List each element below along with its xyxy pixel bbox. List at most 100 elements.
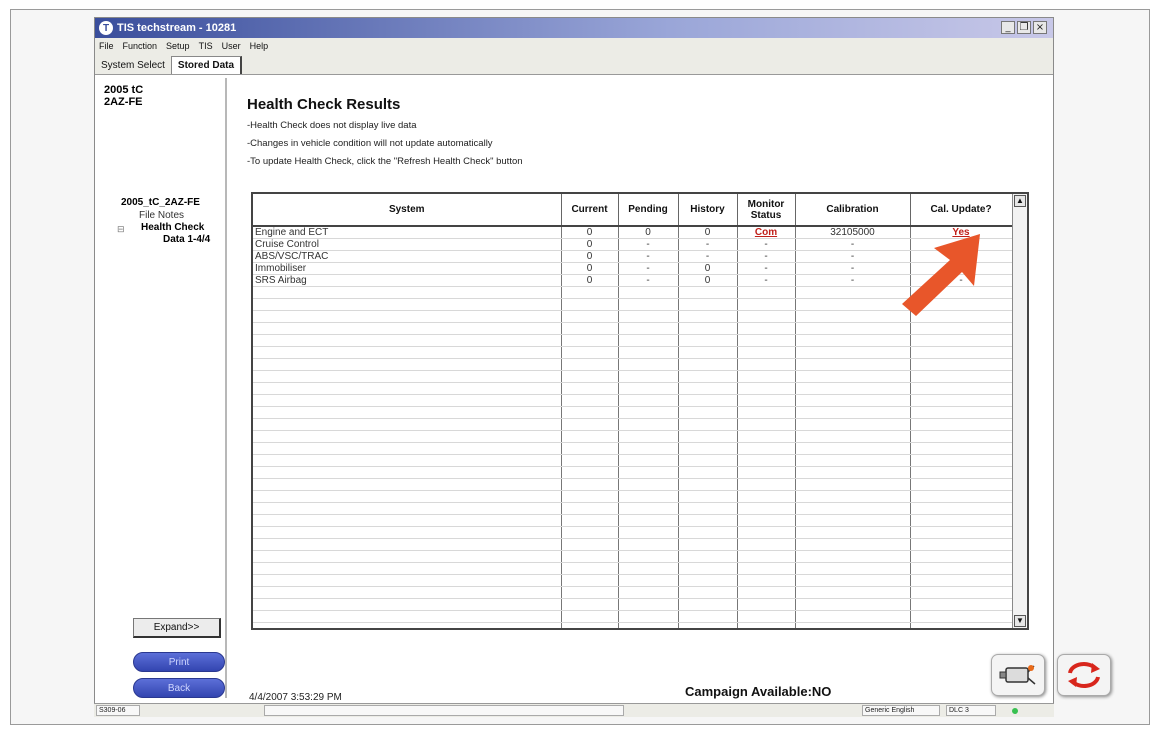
ecu-connector-icon: [999, 665, 1036, 685]
empty-cell: [618, 514, 679, 527]
tree-collapse-icon[interactable]: ⊟: [117, 224, 125, 235]
empty-row: [253, 466, 1013, 479]
empty-cell: [618, 418, 679, 431]
empty-row: [253, 490, 1013, 503]
calibration-cell: 32105000: [795, 226, 911, 239]
column-header-system[interactable]: System: [253, 194, 562, 227]
empty-cell: [253, 334, 562, 347]
empty-cell: [737, 442, 796, 455]
empty-cell: [561, 454, 619, 467]
minimize-button[interactable]: _: [1001, 21, 1015, 34]
menu-setup[interactable]: Setup: [166, 41, 190, 51]
column-header-pending[interactable]: Pending: [618, 194, 679, 227]
empty-row: [253, 418, 1013, 431]
empty-cell: [795, 370, 911, 383]
empty-cell: [253, 370, 562, 383]
empty-cell: [795, 574, 911, 587]
empty-cell: [737, 586, 796, 599]
back-button[interactable]: Back: [133, 678, 225, 698]
empty-row: [253, 538, 1013, 551]
empty-row: [253, 574, 1013, 587]
empty-cell: [253, 550, 562, 563]
empty-cell: [561, 550, 619, 563]
column-header-monitor-status[interactable]: Monitor Status: [737, 194, 796, 227]
print-button[interactable]: Print: [133, 652, 225, 672]
empty-cell: [910, 418, 1013, 431]
empty-cell: [910, 490, 1013, 503]
empty-cell: [795, 430, 911, 443]
menu-bar: File Function Setup TIS User Help: [95, 38, 1053, 54]
refresh-health-check-button[interactable]: [1057, 654, 1111, 696]
empty-cell: [795, 598, 911, 611]
restore-button[interactable]: ❐: [1017, 21, 1031, 34]
empty-cell: [910, 382, 1013, 395]
empty-cell: [561, 346, 619, 359]
empty-cell: [910, 454, 1013, 467]
empty-cell: [618, 310, 679, 323]
empty-cell: [737, 418, 796, 431]
menu-tis[interactable]: TIS: [199, 41, 213, 51]
empty-cell: [737, 622, 796, 628]
empty-row: [253, 334, 1013, 347]
empty-cell: [561, 442, 619, 455]
tab-stored-data[interactable]: Stored Data: [170, 56, 243, 74]
empty-cell: [737, 550, 796, 563]
empty-cell: [737, 610, 796, 623]
empty-cell: [618, 562, 679, 575]
empty-cell: [678, 322, 738, 335]
tree-item-health-check[interactable]: Health Check: [141, 222, 204, 233]
tree-item-file-notes[interactable]: File Notes: [139, 210, 184, 221]
empty-cell: [253, 418, 562, 431]
table-scrollbar[interactable]: ▲ ▼: [1012, 194, 1027, 628]
empty-cell: [795, 586, 911, 599]
empty-cell: [618, 442, 679, 455]
empty-cell: [618, 454, 679, 467]
expand-button[interactable]: Expand>>: [133, 618, 221, 638]
monitor-status-cell[interactable]: Com: [737, 226, 796, 239]
empty-cell: [561, 382, 619, 395]
empty-cell: [910, 598, 1013, 611]
column-header-cal-update[interactable]: Cal. Update?: [910, 194, 1013, 227]
empty-cell: [561, 370, 619, 383]
empty-cell: [795, 418, 911, 431]
tree-item-vehicle[interactable]: 2005_tC_2AZ-FE: [121, 197, 200, 208]
empty-cell: [910, 322, 1013, 335]
column-header-calibration[interactable]: Calibration: [795, 194, 911, 227]
tab-system-select[interactable]: System Select: [95, 57, 171, 74]
close-button[interactable]: ×: [1033, 21, 1047, 34]
empty-cell: [561, 610, 619, 623]
scroll-down-icon[interactable]: ▼: [1014, 615, 1026, 627]
window-title: TIS techstream - 10281: [117, 22, 237, 34]
empty-cell: [795, 538, 911, 551]
empty-cell: [253, 478, 562, 491]
menu-user[interactable]: User: [222, 41, 241, 51]
status-bar: S309-06 Generic English DLC 3: [94, 703, 1054, 717]
menu-file[interactable]: File: [99, 41, 114, 51]
empty-cell: [678, 454, 738, 467]
empty-cell: [678, 526, 738, 539]
pending-cell: 0: [618, 226, 679, 239]
menu-help[interactable]: Help: [250, 41, 269, 51]
column-header-current[interactable]: Current: [561, 194, 619, 227]
pending-cell: -: [618, 250, 679, 263]
empty-cell: [253, 538, 562, 551]
empty-cell: [561, 406, 619, 419]
menu-function[interactable]: Function: [123, 41, 158, 51]
ecu-connector-button[interactable]: [991, 654, 1045, 696]
empty-cell: [910, 586, 1013, 599]
empty-cell: [910, 478, 1013, 491]
empty-row: [253, 346, 1013, 359]
calibration-cell: -: [795, 262, 911, 275]
main-content: Health Check Results -Health Check does …: [235, 78, 1111, 703]
scroll-up-icon[interactable]: ▲: [1014, 195, 1026, 207]
empty-row: [253, 358, 1013, 371]
empty-cell: [618, 550, 679, 563]
empty-cell: [253, 514, 562, 527]
empty-row: [253, 562, 1013, 575]
empty-cell: [678, 310, 738, 323]
empty-row: [253, 370, 1013, 383]
tree-item-data[interactable]: Data 1-4/4: [163, 234, 210, 245]
column-header-history[interactable]: History: [678, 194, 738, 227]
empty-cell: [795, 502, 911, 515]
empty-cell: [910, 334, 1013, 347]
